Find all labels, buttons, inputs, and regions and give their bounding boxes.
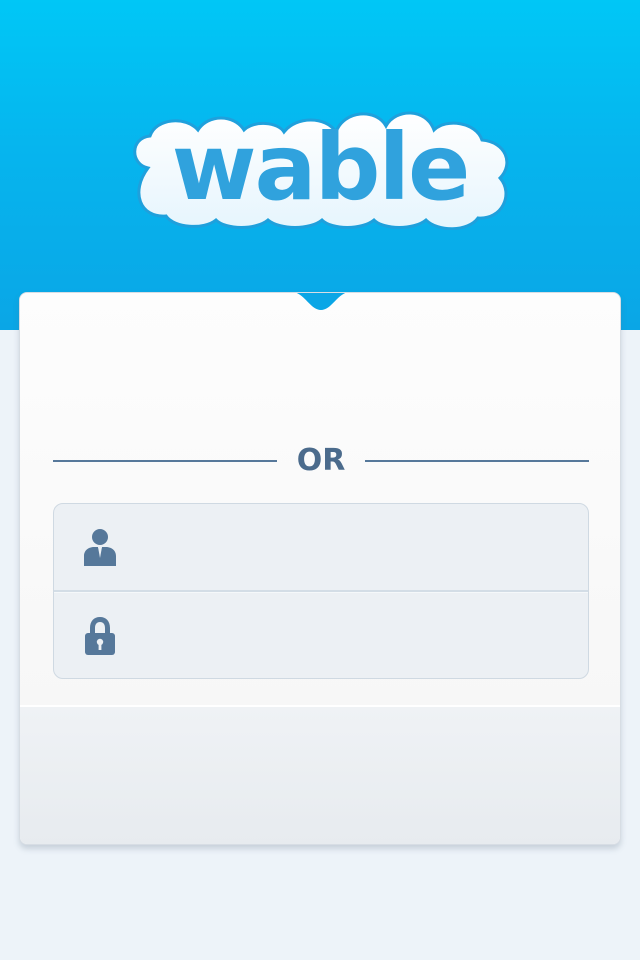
panel-bottom-section	[20, 705, 620, 844]
password-field[interactable]	[54, 592, 588, 678]
wable-logo: wable	[126, 108, 514, 230]
password-input[interactable]	[134, 612, 568, 660]
divider-line-left	[53, 460, 277, 462]
header-banner: wable	[0, 0, 640, 330]
login-field-group	[53, 503, 589, 679]
login-panel: OR	[19, 292, 621, 845]
lock-icon	[82, 616, 118, 656]
logo-text: wable	[171, 114, 471, 221]
username-input[interactable]	[134, 524, 568, 572]
or-divider-label: OR	[296, 443, 346, 478]
username-field[interactable]	[54, 504, 588, 591]
divider-line-right	[365, 460, 589, 462]
panel-notch	[296, 293, 346, 310]
user-icon	[82, 528, 118, 568]
